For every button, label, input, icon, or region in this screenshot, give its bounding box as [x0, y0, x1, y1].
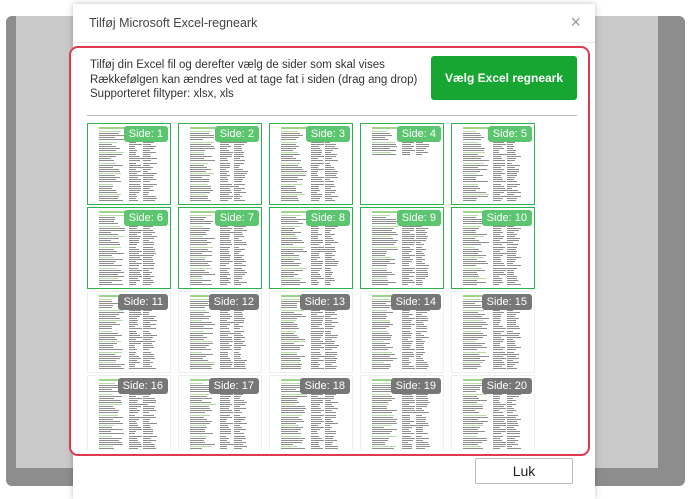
page-thumbnail-grid: Side: 1 Side: 2 Side: 3 Side: 4 Side: 5 Side:…: [87, 123, 577, 450]
add-excel-dialog: Tilføj Microsoft Excel-regneark × Tilføj…: [69, 4, 595, 499]
page-thumbnail[interactable]: Side: 18: [269, 375, 353, 450]
page-label-badge: Side: 17: [208, 378, 259, 394]
page-label-badge: Side: 14: [390, 294, 441, 310]
page-label-badge: Side: 11: [118, 294, 168, 310]
page-label-badge: Side: 15: [481, 294, 532, 310]
page-label-badge: Side: 12: [208, 294, 259, 310]
page-thumbnail[interactable]: Side: 8: [269, 207, 353, 289]
page-thumbnail[interactable]: Side: 6: [87, 207, 171, 289]
page-label-badge: Side: 18: [299, 378, 350, 394]
close-icon[interactable]: ×: [570, 12, 581, 32]
page-thumbnail[interactable]: Side: 1: [87, 123, 171, 205]
page-thumbnail[interactable]: Side: 13: [269, 291, 353, 373]
page-thumbnail[interactable]: Side: 5: [451, 123, 535, 205]
page-label-badge: Side: 9: [396, 210, 441, 226]
instruction-line-2: Rækkefølgen kan ændres ved at tage fat i…: [90, 73, 418, 86]
page-thumbnail[interactable]: Side: 19: [360, 375, 444, 450]
page-label-badge: Side: 5: [487, 126, 532, 142]
page-thumbnail[interactable]: Side: 15: [451, 291, 535, 373]
page-thumbnail[interactable]: Side: 17: [178, 375, 262, 450]
page-thumbnail[interactable]: Side: 3: [269, 123, 353, 205]
page-label-badge: Side: 13: [299, 294, 350, 310]
page-label-badge: Side: 1: [123, 126, 168, 142]
page-thumbnail[interactable]: Side: 4: [360, 123, 444, 205]
dialog-title: Tilføj Microsoft Excel-regneark: [89, 16, 258, 30]
instruction-line-1: Tilføj din Excel fil og derefter vælg de…: [90, 59, 385, 71]
choose-excel-button[interactable]: Vælg Excel regneark: [431, 56, 577, 100]
page-label-badge: Side: 8: [305, 210, 350, 226]
close-button[interactable]: Luk: [475, 458, 573, 484]
instructions: Tilføj din Excel fil og derefter vælg de…: [90, 58, 417, 102]
page-label-badge: Side: 2: [214, 126, 259, 142]
page-thumbnail[interactable]: Side: 12: [178, 291, 262, 373]
page-label-badge: Side: 10: [481, 210, 532, 226]
page-thumbnail[interactable]: Side: 16: [87, 375, 171, 450]
page-thumbnail[interactable]: Side: 14: [360, 291, 444, 373]
page-thumbnail[interactable]: Side: 11: [87, 291, 171, 373]
page-thumbnail[interactable]: Side: 20: [451, 375, 535, 450]
page-label-badge: Side: 20: [481, 378, 532, 394]
page-label-badge: Side: 3: [305, 126, 350, 142]
divider: [87, 115, 577, 116]
page-thumbnail[interactable]: Side: 7: [178, 207, 262, 289]
page-thumbnail[interactable]: Side: 2: [178, 123, 262, 205]
page-label-badge: Side: 16: [117, 378, 168, 394]
instruction-line-3: Supporteret filtyper: xlsx, xls: [90, 88, 234, 100]
page-label-badge: Side: 6: [123, 210, 168, 226]
page-label-badge: Side: 4: [396, 126, 441, 142]
dialog-header: Tilføj Microsoft Excel-regneark ×: [73, 4, 595, 43]
page-label-badge: Side: 19: [390, 378, 441, 394]
page-label-badge: Side: 7: [214, 210, 259, 226]
page-thumbnail[interactable]: Side: 10: [451, 207, 535, 289]
page-thumbnail[interactable]: Side: 9: [360, 207, 444, 289]
